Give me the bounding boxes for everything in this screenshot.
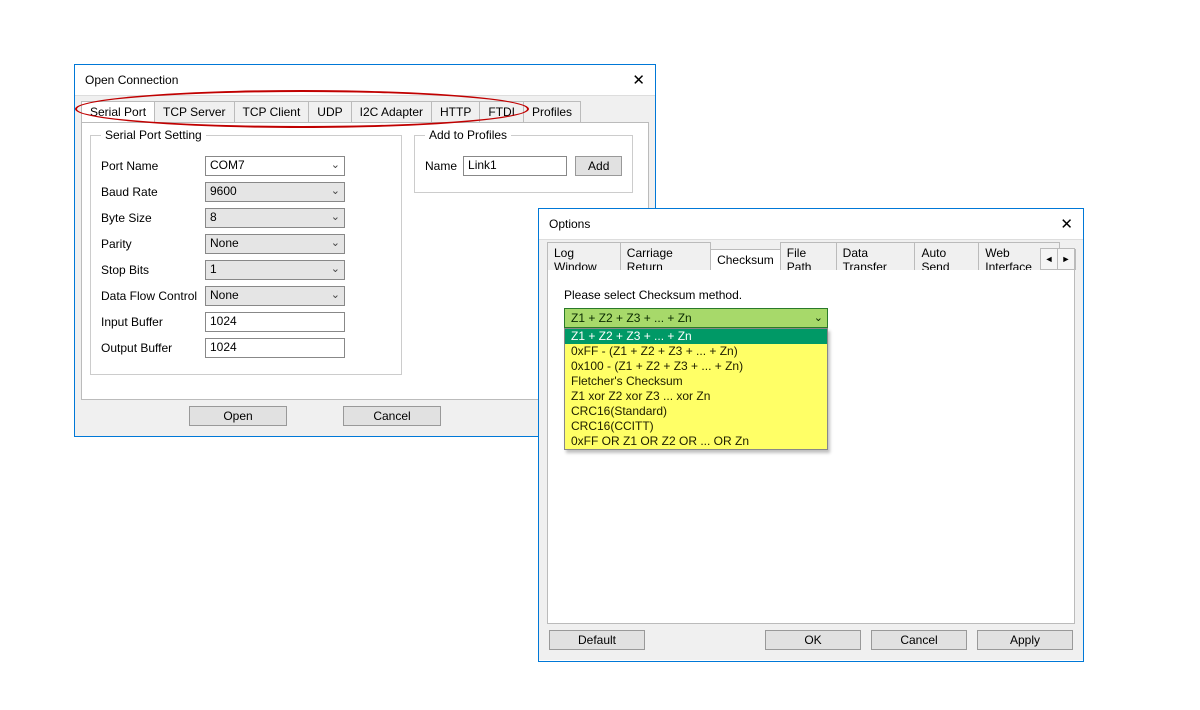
options-body: Log Window Carriage Return Checksum File… — [539, 239, 1083, 660]
byte-size-combo[interactable]: 8 — [205, 208, 345, 228]
flow-control-label: Data Flow Control — [101, 289, 205, 303]
baud-rate-label: Baud Rate — [101, 185, 205, 199]
input-buffer-field[interactable]: 1024 — [205, 312, 345, 332]
profile-name-label: Name — [425, 159, 457, 173]
byte-size-label: Byte Size — [101, 211, 205, 225]
checksum-option[interactable]: Z1 xor Z2 xor Z3 ... xor Zn — [565, 389, 827, 404]
tab-tcp-server[interactable]: TCP Server — [154, 101, 234, 122]
flow-control-combo[interactable]: None — [205, 286, 345, 306]
options-titlebar: Options ✕ — [539, 209, 1083, 239]
output-buffer-label: Output Buffer — [101, 341, 205, 355]
baud-rate-combo[interactable]: 9600 — [205, 182, 345, 202]
checksum-method-combo[interactable]: Z1 + Z2 + Z3 + ... + Zn — [564, 308, 828, 328]
add-to-profiles-legend: Add to Profiles — [425, 128, 511, 142]
tab-checksum[interactable]: Checksum — [710, 249, 781, 270]
input-buffer-label: Input Buffer — [101, 315, 205, 329]
open-connection-titlebar: Open Connection ✕ — [75, 65, 655, 95]
tab-scroll-buttons: ◄ ► — [1041, 248, 1075, 268]
add-profile-button[interactable]: Add — [575, 156, 622, 176]
tab-serial-port[interactable]: Serial Port — [81, 101, 155, 122]
close-icon[interactable]: ✕ — [632, 71, 645, 89]
stop-bits-label: Stop Bits — [101, 263, 205, 277]
options-title: Options — [549, 217, 590, 231]
stop-bits-combo[interactable]: 1 — [205, 260, 345, 280]
options-tabs: Log Window Carriage Return Checksum File… — [547, 248, 1075, 270]
tab-i2c-adapter[interactable]: I2C Adapter — [351, 101, 432, 122]
port-name-label: Port Name — [101, 159, 205, 173]
checksum-panel: Please select Checksum method. Z1 + Z2 +… — [547, 270, 1075, 624]
open-connection-title: Open Connection — [85, 73, 178, 87]
default-button[interactable]: Default — [549, 630, 645, 650]
checksum-option[interactable]: CRC16(CCITT) — [565, 419, 827, 434]
close-icon[interactable]: ✕ — [1060, 215, 1073, 233]
checksum-option[interactable]: Z1 + Z2 + Z3 + ... + Zn — [565, 329, 827, 344]
tab-profiles[interactable]: Profiles — [523, 101, 581, 122]
cancel-button[interactable]: Cancel — [343, 406, 441, 426]
checksum-option[interactable]: 0xFF - (Z1 + Z2 + Z3 + ... + Zn) — [565, 344, 827, 359]
checksum-dropdown-list: Z1 + Z2 + Z3 + ... + Zn 0xFF - (Z1 + Z2 … — [564, 328, 828, 450]
tab-ftdi[interactable]: FTDI — [479, 101, 524, 122]
output-buffer-field[interactable]: 1024 — [205, 338, 345, 358]
tab-tcp-client[interactable]: TCP Client — [234, 101, 310, 122]
options-button-row: Default OK Cancel Apply — [547, 624, 1075, 652]
checksum-option[interactable]: Fletcher's Checksum — [565, 374, 827, 389]
tab-http[interactable]: HTTP — [431, 101, 480, 122]
serial-port-setting-group: Serial Port Setting Port Name COM7 Baud … — [90, 128, 402, 375]
apply-button[interactable]: Apply — [977, 630, 1073, 650]
checksum-option[interactable]: 0xFF OR Z1 OR Z2 OR ... OR Zn — [565, 434, 827, 449]
open-button[interactable]: Open — [189, 406, 287, 426]
connection-tabs: Serial Port TCP Server TCP Client UDP I2… — [81, 100, 649, 122]
tab-scroll-right-icon[interactable]: ► — [1057, 248, 1075, 270]
parity-label: Parity — [101, 237, 205, 251]
checksum-prompt: Please select Checksum method. — [564, 288, 1058, 302]
ok-button[interactable]: OK — [765, 630, 861, 650]
tab-scroll-left-icon[interactable]: ◄ — [1040, 248, 1058, 270]
parity-combo[interactable]: None — [205, 234, 345, 254]
profile-name-field[interactable]: Link1 — [463, 156, 567, 176]
port-name-combo[interactable]: COM7 — [205, 156, 345, 176]
checksum-option[interactable]: 0x100 - (Z1 + Z2 + Z3 + ... + Zn) — [565, 359, 827, 374]
options-window: Options ✕ Log Window Carriage Return Che… — [538, 208, 1084, 662]
serial-port-setting-legend: Serial Port Setting — [101, 128, 206, 142]
cancel-button[interactable]: Cancel — [871, 630, 967, 650]
add-to-profiles-group: Add to Profiles Name Link1 Add — [414, 128, 633, 193]
tab-udp[interactable]: UDP — [308, 101, 351, 122]
checksum-option[interactable]: CRC16(Standard) — [565, 404, 827, 419]
